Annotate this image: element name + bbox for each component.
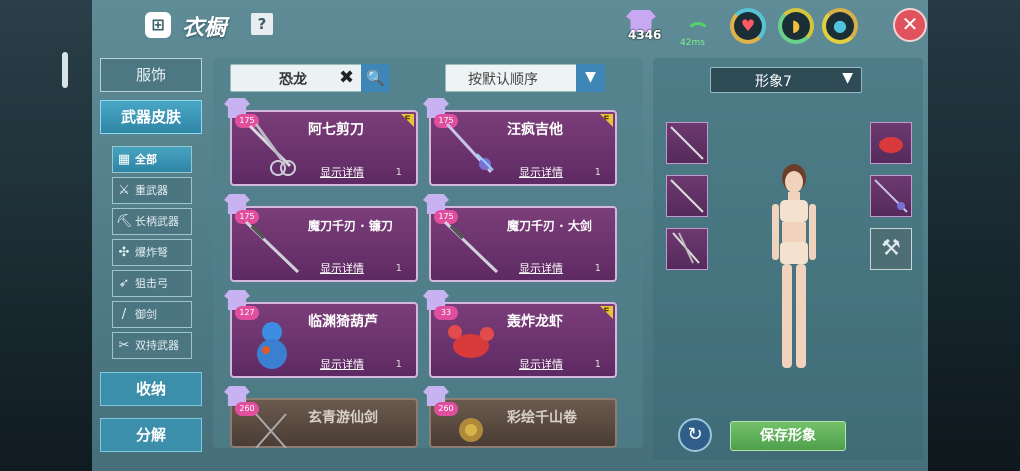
network-status: 42ms bbox=[680, 20, 710, 48]
guitar-weapon-icon bbox=[874, 179, 908, 213]
item-count: 1 bbox=[594, 263, 601, 274]
item-name: 彩绘千山卷 bbox=[507, 410, 577, 426]
filter-heavy-weapon[interactable]: ⚔ 重武器 bbox=[112, 177, 192, 204]
side-handle[interactable] bbox=[62, 52, 68, 88]
item-count: 1 bbox=[594, 359, 601, 370]
show-details-link[interactable]: 显示详情 bbox=[519, 164, 563, 180]
item-name: 临渊猗葫芦 bbox=[308, 314, 378, 330]
polearm-icon: ⛏ bbox=[115, 214, 133, 229]
item-card-locked[interactable]: 260 玄青游仙剑 bbox=[224, 386, 418, 448]
item-count: 1 bbox=[594, 167, 601, 178]
blade-icon bbox=[670, 179, 704, 213]
tab-fashion[interactable]: 服饰 bbox=[100, 58, 202, 92]
decompose-button[interactable]: 分解 bbox=[100, 418, 202, 452]
wardrobe-icon: ⊞ bbox=[145, 12, 171, 38]
sword-icon bbox=[255, 413, 287, 448]
gourd-icon bbox=[257, 322, 287, 369]
scissors-icon bbox=[672, 232, 700, 264]
item-name: 玄青游仙剑 bbox=[308, 410, 378, 426]
item-count: 1 bbox=[395, 167, 402, 178]
item-card[interactable]: 175 F 汪疯吉他 显示详情 1 bbox=[423, 98, 617, 186]
equipped-weapon-slot[interactable] bbox=[870, 122, 912, 164]
filter-label: 重武器 bbox=[135, 184, 168, 197]
item-name: 魔刀千刃 · 大剑 bbox=[507, 219, 592, 233]
page-title: 衣橱 bbox=[182, 15, 227, 41]
show-details-link[interactable]: 显示详情 bbox=[519, 356, 563, 372]
item-count: 1 bbox=[395, 263, 402, 274]
filter-label: 爆炸弩 bbox=[135, 246, 168, 259]
crossbow-icon: ✣ bbox=[118, 245, 130, 260]
item-card-locked[interactable]: 260 彩绘千山卷 bbox=[423, 386, 617, 448]
filter-dual-wield[interactable]: ✂ 双持武器 bbox=[112, 332, 192, 359]
filter-polearm[interactable]: ⛏ 长柄武器 bbox=[112, 208, 192, 235]
rotate-view-button[interactable]: ↻ bbox=[678, 418, 712, 452]
item-card[interactable]: 175 F 阿七剪刀 显示详情 1 bbox=[224, 98, 418, 186]
equipped-weapon-slot[interactable] bbox=[666, 122, 708, 164]
show-details-link[interactable]: 显示详情 bbox=[320, 164, 364, 180]
item-card[interactable]: 175 魔刀千刃 · 镰刀 显示详情 1 bbox=[224, 194, 418, 282]
background-right-edge bbox=[928, 0, 1020, 471]
item-card[interactable]: 33 F 轰炸龙虾 显示详情 1 bbox=[423, 290, 617, 378]
grid-icon: ▦ bbox=[117, 152, 131, 167]
equipped-weapon-slot[interactable] bbox=[666, 175, 708, 217]
item-count: 1 bbox=[395, 359, 402, 370]
dual-wield-icon: ✂ bbox=[118, 338, 130, 353]
crossed-weapons-icon[interactable]: ⚒ bbox=[870, 228, 912, 270]
sort-value: 按默认顺序 bbox=[468, 72, 538, 88]
heavy-weapon-icon: ⚔ bbox=[118, 183, 130, 198]
filter-sniper-bow[interactable]: ➶ 狙击弓 bbox=[112, 270, 192, 297]
heart-status-icon[interactable]: ♥ bbox=[730, 8, 766, 44]
filter-label: 长柄武器 bbox=[135, 215, 179, 228]
scroll-icon bbox=[459, 418, 483, 442]
search-icon[interactable]: 🔍 bbox=[361, 64, 390, 92]
sort-dropdown[interactable]: 按默认顺序 ▼ bbox=[445, 64, 605, 92]
lobster-icon bbox=[879, 137, 903, 153]
close-button[interactable]: ✕ bbox=[893, 8, 927, 42]
search-box[interactable]: 恐龙 ✖ 🔍 bbox=[230, 64, 390, 92]
item-name: 轰炸龙虾 bbox=[507, 314, 563, 330]
stamina-status-icon[interactable]: ◗ bbox=[778, 8, 814, 44]
show-details-link[interactable]: 显示详情 bbox=[320, 356, 364, 372]
background-left-edge bbox=[0, 0, 92, 471]
item-card[interactable]: 175 魔刀千刃 · 大剑 显示详情 1 bbox=[423, 194, 617, 282]
clear-search-icon[interactable]: ✖ bbox=[339, 67, 354, 88]
chevron-down-icon[interactable]: ▼ bbox=[842, 70, 853, 86]
water-status-icon[interactable]: ● bbox=[822, 8, 858, 44]
character-avatar bbox=[772, 164, 816, 368]
blade-icon bbox=[670, 126, 704, 160]
show-details-link[interactable]: 显示详情 bbox=[320, 260, 364, 276]
filter-label: 全部 bbox=[135, 153, 157, 166]
tab-weapon-skin[interactable]: 武器皮肤 bbox=[100, 100, 202, 134]
scissors-icon bbox=[248, 123, 296, 176]
filter-explosive-crossbow[interactable]: ✣ 爆炸弩 bbox=[112, 239, 192, 266]
guitar-weapon-icon bbox=[445, 122, 494, 174]
help-button[interactable]: ? bbox=[251, 13, 273, 35]
sword-icon: / bbox=[121, 307, 127, 322]
filter-label: 双持武器 bbox=[135, 339, 179, 352]
chevron-down-icon[interactable]: ▼ bbox=[576, 64, 605, 92]
ping-value: 42ms bbox=[680, 38, 705, 48]
equipped-weapon-slot[interactable] bbox=[666, 228, 708, 270]
item-name: 魔刀千刃 · 镰刀 bbox=[308, 219, 393, 233]
bow-icon: ➶ bbox=[118, 276, 130, 291]
filter-label: 御剑 bbox=[135, 308, 157, 321]
item-name: 汪疯吉他 bbox=[507, 122, 563, 138]
scythe-blade-icon bbox=[244, 220, 300, 274]
item-card[interactable]: 127 临渊猗葫芦 显示详情 1 bbox=[224, 290, 418, 378]
filter-all[interactable]: ▦ 全部 bbox=[112, 146, 192, 173]
currency-amount: 4346 bbox=[628, 28, 662, 42]
equipped-weapon-slot[interactable] bbox=[870, 175, 912, 217]
filter-label: 狙击弓 bbox=[135, 277, 168, 290]
save-appearance-button[interactable]: 保存形象 bbox=[730, 421, 846, 451]
lobster-icon bbox=[448, 325, 494, 358]
appearance-dropdown[interactable]: 形象7 ▼ bbox=[710, 67, 862, 93]
show-details-link[interactable]: 显示详情 bbox=[519, 260, 563, 276]
filter-flying-sword[interactable]: / 御剑 bbox=[112, 301, 192, 328]
fashion-currency: 4346 bbox=[620, 10, 668, 46]
search-input[interactable]: 恐龙 bbox=[279, 69, 307, 89]
greatsword-icon bbox=[443, 220, 499, 274]
storage-button[interactable]: 收纳 bbox=[100, 372, 202, 406]
appearance-value: 形象7 bbox=[755, 74, 792, 90]
item-name: 阿七剪刀 bbox=[308, 122, 364, 138]
